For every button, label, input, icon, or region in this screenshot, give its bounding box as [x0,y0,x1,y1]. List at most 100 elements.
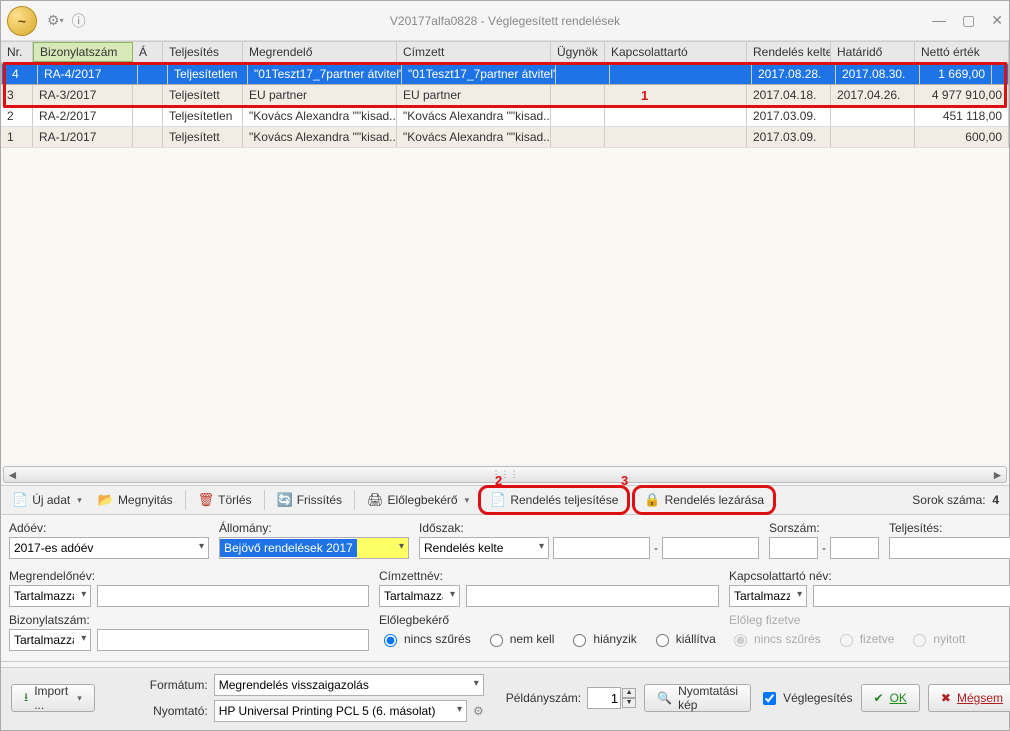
radio-nincs[interactable]: nincs szűrés [379,631,471,647]
cancel-button[interactable]: ✖ Mégsem [928,684,1010,712]
label-idoszak: Időszak: [419,521,759,535]
cimzettnev-input[interactable] [466,585,719,607]
idoszak-type-select[interactable]: Rendelés kelte [419,537,549,559]
annotation-border [3,105,1007,108]
radio-nyitott: nyitott [908,631,965,647]
ok-button[interactable]: ✔ OK [861,684,920,712]
adoev-select[interactable]: 2017-es adóév [9,537,209,559]
preview-icon: 🔍 [657,691,672,705]
radio-kiallitva[interactable]: kiállítva [651,631,716,647]
col-hatarido[interactable]: Határidő [831,42,915,62]
import-icon: ⭳ [24,688,28,709]
label-peldanyszam: Példányszám: [506,691,581,705]
check-icon: ✔ [874,691,884,705]
import-button[interactable]: ⭳ Import ... [11,684,95,712]
open-button[interactable]: 📂 Megnyitás [91,488,180,512]
nyomtato-select[interactable]: HP Universal Printing PCL 5 (6. másolat) [214,700,467,722]
lock-icon: 🔒 [644,492,660,508]
col-ugynok[interactable]: Ügynök [551,42,605,62]
label-teljesites: Teljesítés: [889,521,1010,535]
horizontal-scrollbar[interactable]: ◄ ⋮⋮⋮ ► [3,466,1007,483]
filter-panel-row3: Bizonylatszám: Tartalmazza Előlegbekérő … [1,613,1009,657]
new-data-button[interactable]: 📄 Új adat [5,488,89,512]
cell-kap [610,64,752,84]
cell-meg: "01Teszt17_7partner átvitel" [248,64,402,84]
kapcsolattarto-mode[interactable]: Tartalmazza [729,585,807,607]
cell-telj: Teljesítetlen [168,64,248,84]
print-preview-button[interactable]: 🔍 Nyomtatási kép [644,684,751,712]
finalize-checkbox[interactable]: Véglegesítés [759,689,852,708]
radio-hianyzik[interactable]: hiányzik [568,631,636,647]
separator [264,490,265,510]
megrendelonev-input[interactable] [97,585,369,607]
peldanyszam-input[interactable] [587,687,621,709]
idoszak-to-input[interactable] [662,537,759,559]
new-icon: 📄 [12,492,28,508]
main-window: ~ ⚙▾ ⓘ V20177alfa0828 - Véglegesített re… [0,0,1010,731]
elolegbekero-group: Előlegbekérő nincs szűrés nem kell hiány… [379,613,719,651]
annotation-border [3,62,1007,65]
annotation-marker-2: 2 [495,473,502,488]
label-megrendelonev: Megrendelőnév: [9,569,369,583]
annotation-marker-1: 1 [641,88,648,103]
cimzettnev-mode[interactable]: Tartalmazza [379,585,460,607]
open-icon: 📂 [98,492,114,508]
col-cimzett[interactable]: Címzett [397,42,551,62]
sorszam-from-input[interactable] [769,537,818,559]
cell-ugy [556,64,610,84]
cell-netto: 1 669,00 [920,64,992,84]
col-a[interactable]: Á [133,42,163,62]
annotation-box-3: 🔒 Rendelés lezárása [632,485,776,515]
megrendelonev-mode[interactable]: Tartalmazza [9,585,91,607]
sorszam-to-input[interactable] [830,537,879,559]
printer-settings-icon[interactable]: ⚙ [473,704,484,718]
annotation-marker-3: 3 [621,473,628,488]
window-title: V20177alfa0828 - Véglegesített rendelése… [1,14,1009,28]
elolegfizetve-group: Előleg fizetve nincs szűrés fizetve nyit… [729,613,1010,651]
bizonylatszam-mode[interactable]: Tartalmazza [9,629,91,651]
table-row[interactable]: 4 RA-4/2017 Teljesítetlen "01Teszt17_7pa… [1,63,1009,85]
kapcsolattarto-input[interactable] [813,585,1010,607]
table-row[interactable]: 2 RA-2/2017 Teljesítetlen "Kovács Alexan… [1,106,1009,127]
spin-down-icon[interactable]: ▼ [622,698,636,708]
cell-biz: RA-4/2017 [38,64,138,84]
annotation-box-2: 📄 Rendelés teljesítése [478,485,630,515]
advance-request-button[interactable]: 🖨 Előlegbekérő [360,488,476,512]
separator [354,490,355,510]
annotation-border [1004,62,1007,108]
radio-nemkell[interactable]: nem kell [485,631,555,647]
teljesites-select[interactable] [889,537,1010,559]
scroll-left-icon[interactable]: ◄ [4,468,21,482]
delete-button[interactable]: 🗑 Törlés [191,488,259,512]
radio-nincs2: nincs szűrés [729,631,821,647]
col-teljesites[interactable]: Teljesítés [163,42,243,62]
peldanyszam-spinner[interactable]: ▲▼ [587,687,636,709]
allomany-select[interactable]: Bejövő rendelések 2017 [219,537,409,559]
cell-a [138,64,168,84]
bizonylatszam-input[interactable] [97,629,369,651]
label-cimzettnev: Címzettnév: [379,569,719,583]
col-nr[interactable]: Nr. [1,42,33,62]
col-megrendelo[interactable]: Megrendelő [243,42,397,62]
idoszak-from-input[interactable] [553,537,650,559]
col-netto[interactable]: Nettó érték [915,42,1009,62]
label-adoev: Adóév: [9,521,209,535]
fulfill-order-button[interactable]: 📄 Rendelés teljesítése [483,488,625,512]
close-order-button[interactable]: 🔒 Rendelés lezárása [637,488,771,512]
table-row[interactable]: 1 RA-1/2017 Teljesített "Kovács Alexandr… [1,127,1009,148]
col-rendeles-kelte[interactable]: Rendelés kelte [747,42,831,62]
scroll-track[interactable]: ⋮⋮⋮ [21,469,989,480]
cell-rk: 2017.08.28. [752,64,836,84]
cancel-icon: ✖ [941,691,951,705]
refresh-button[interactable]: 🔄 Frissítés [270,488,350,512]
action-toolbar: 2 3 📄 Új adat 📂 Megnyitás 🗑 Törlés 🔄 Fri… [1,485,1009,515]
title-bar: ~ ⚙▾ ⓘ V20177alfa0828 - Véglegesített re… [1,1,1009,41]
col-bizonylatszam[interactable]: Bizonylatszám [33,42,133,62]
label-formatum: Formátum: [143,678,208,692]
table-row[interactable]: 3 RA-3/2017 Teljesített EU partner EU pa… [1,85,1009,106]
spin-up-icon[interactable]: ▲ [622,688,636,698]
scroll-right-icon[interactable]: ► [989,468,1006,482]
formatum-select[interactable]: Megrendelés visszaigazolás [214,674,484,696]
filter-panel-row1: Adóév: 2017-es adóév Állomány: Bejövő re… [1,515,1009,569]
col-kapcsolattarto[interactable]: Kapcsolattartó [605,42,747,62]
